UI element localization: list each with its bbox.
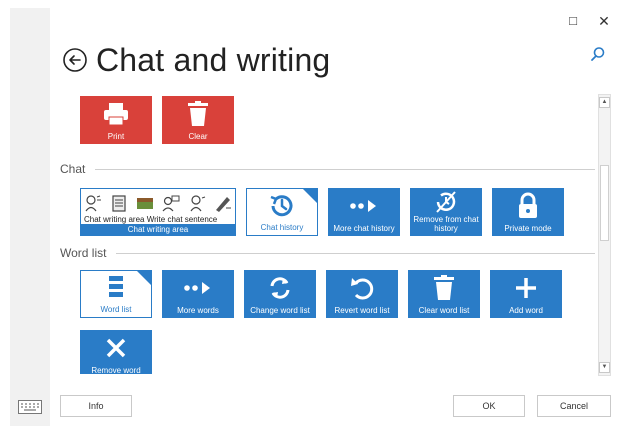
remove-word-label: Remove word bbox=[91, 366, 141, 374]
remove-from-chat-history-label: Remove from chat history bbox=[413, 215, 479, 233]
plus-icon bbox=[516, 278, 536, 298]
page-title: Chat and writing bbox=[96, 41, 331, 78]
private-mode-label: Private mode bbox=[504, 224, 552, 233]
writing-area-icon bbox=[137, 198, 153, 209]
undo-icon bbox=[351, 278, 374, 300]
chat-writing-area-words: Chat writing area Write chat sentence bbox=[84, 215, 218, 224]
word-list-section-label: Word list bbox=[60, 246, 107, 260]
close-icon bbox=[106, 338, 126, 358]
trash-icon bbox=[434, 275, 454, 300]
chat-history-tile[interactable]: Chat history bbox=[246, 188, 318, 236]
chat-writing-area-tile[interactable]: Chat writing area Write chat sentence Ch… bbox=[80, 188, 236, 236]
content-area: Print Clear Chat Chat writing area Write… bbox=[60, 94, 595, 374]
scroll-up-button[interactable]: ▲ bbox=[599, 97, 610, 108]
section-divider bbox=[95, 168, 595, 170]
back-arrow-icon[interactable] bbox=[62, 47, 88, 73]
change-word-list-tile[interactable]: Change word list bbox=[244, 270, 316, 318]
more-words-label: More words bbox=[177, 306, 219, 315]
chat-history-label: Chat history bbox=[260, 223, 304, 232]
revert-word-list-label: Revert word list bbox=[334, 306, 390, 315]
change-word-list-label: Change word list bbox=[250, 306, 310, 315]
cancel-button[interactable]: Cancel bbox=[537, 395, 611, 417]
print-tile[interactable]: Print bbox=[80, 96, 152, 144]
bottom-bar: Info OK Cancel bbox=[10, 392, 617, 426]
history-icon bbox=[270, 195, 293, 217]
more-words-tile[interactable]: More words bbox=[162, 270, 234, 318]
print-label: Print bbox=[107, 132, 125, 141]
dialog-window: □ ✕ Chat and writing Print Clear Chat Ch… bbox=[10, 8, 617, 426]
title-row: Chat and writing bbox=[62, 38, 330, 82]
left-strip bbox=[10, 8, 50, 426]
clear-tile[interactable]: Clear bbox=[162, 96, 234, 144]
info-button[interactable]: Info bbox=[60, 395, 132, 417]
clear-label: Clear bbox=[188, 132, 208, 141]
trash-icon bbox=[188, 101, 208, 126]
pencil-paper-icon bbox=[216, 197, 231, 212]
keyboard-icon[interactable] bbox=[18, 400, 42, 414]
chat-writing-area-label: Chat writing area bbox=[81, 224, 235, 235]
scroll-down-button[interactable]: ▼ bbox=[599, 362, 610, 373]
tile-corner-marker bbox=[137, 271, 151, 285]
list-icon bbox=[109, 276, 123, 297]
printer-icon bbox=[104, 103, 128, 126]
clear-word-list-label: Clear word list bbox=[418, 306, 470, 315]
search-icon[interactable] bbox=[590, 46, 606, 62]
tile-corner-marker bbox=[303, 189, 317, 203]
word-list-label: Word list bbox=[100, 305, 132, 314]
more-chat-history-label: More chat history bbox=[333, 224, 395, 233]
lock-icon bbox=[519, 192, 537, 218]
more-arrow-icon bbox=[184, 282, 210, 294]
more-arrow-icon bbox=[350, 200, 376, 212]
person-speaking-icon bbox=[85, 195, 101, 212]
section-divider bbox=[116, 252, 595, 254]
word-list-section-header: Word list bbox=[60, 246, 595, 260]
revert-word-list-tile[interactable]: Revert word list bbox=[326, 270, 398, 318]
notepad-icon bbox=[112, 195, 126, 212]
clear-word-list-tile[interactable]: Clear word list bbox=[408, 270, 480, 318]
word-list-tile[interactable]: Word list bbox=[80, 270, 152, 318]
chat-section-header: Chat bbox=[60, 162, 595, 176]
scroll-thumb[interactable] bbox=[600, 165, 609, 241]
person-talk-icon bbox=[190, 195, 206, 212]
maximize-button[interactable]: □ bbox=[562, 12, 584, 30]
refresh-icon bbox=[270, 277, 290, 299]
remove-word-tile[interactable]: Remove word bbox=[80, 330, 152, 374]
private-mode-tile[interactable]: Private mode bbox=[492, 188, 564, 236]
remove-history-icon bbox=[436, 190, 456, 213]
more-chat-history-tile[interactable]: More chat history bbox=[328, 188, 400, 236]
add-word-label: Add word bbox=[509, 306, 543, 315]
remove-from-chat-history-tile[interactable]: Remove from chat history bbox=[410, 188, 482, 236]
ok-button[interactable]: OK bbox=[453, 395, 525, 417]
speech-person-icon bbox=[162, 195, 180, 212]
close-window-button[interactable]: ✕ bbox=[593, 12, 615, 30]
chat-section-label: Chat bbox=[60, 162, 86, 176]
add-word-tile[interactable]: Add word bbox=[490, 270, 562, 318]
vertical-scrollbar[interactable]: ▲ ▼ bbox=[598, 94, 611, 376]
